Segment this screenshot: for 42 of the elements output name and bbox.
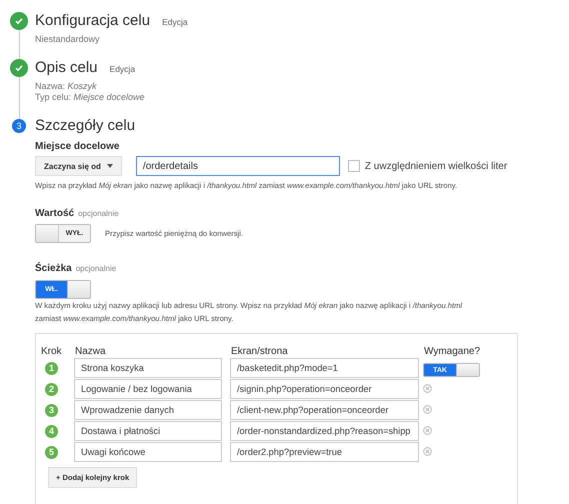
section-label: Wartość <box>35 208 74 219</box>
column-header: Krok <box>40 346 63 357</box>
step-number: 2 <box>45 382 58 396</box>
step-url-field[interactable]: /client-new.php?operation=onceorder <box>230 400 419 420</box>
step-number: 3 <box>45 404 58 416</box>
checkbox-label: Z uwzględnieniem wielkości liter <box>364 160 508 172</box>
step-number: 5 <box>45 446 58 458</box>
step-title: Szczegóły celu <box>35 117 136 134</box>
destination-field[interactable]: /orderdetails <box>136 156 340 176</box>
column-header: Ekran/strona <box>230 346 289 357</box>
step-summary: Typ celu: Miejsce docelowe <box>35 92 146 103</box>
remove-icon[interactable] <box>423 426 432 435</box>
step-name-field[interactable]: Strona koszyka <box>74 358 222 378</box>
remove-icon[interactable] <box>423 447 432 456</box>
step-name-field[interactable]: Wprowadzenie danych <box>74 400 222 420</box>
step-number: 1 <box>45 362 58 374</box>
step-url-field[interactable]: /order-nonstandardized.php?reason=shipp <box>230 421 419 441</box>
step-url-field[interactable]: /basketedit.php?mode=1 <box>230 358 419 378</box>
step-name-field[interactable]: Uwagi końcowe <box>74 442 222 462</box>
step-title: Opis celu <box>35 59 98 76</box>
caret-icon <box>106 164 113 168</box>
remove-icon[interactable] <box>423 405 432 414</box>
column-header: Nazwa <box>74 346 107 357</box>
step-summary: Niestandardowy <box>35 34 101 45</box>
column-header: Wymagane? <box>423 346 482 357</box>
optional-label: opcjonalnie <box>78 209 119 218</box>
step-url-field[interactable]: /order2.php?preview=true <box>230 442 419 462</box>
optional-label: opcjonalnie <box>76 264 116 273</box>
step-name-field[interactable]: Logowanie / bez logowania <box>74 379 222 399</box>
step-number: 4 <box>45 424 58 438</box>
section-label: Ścieżka <box>35 263 72 274</box>
remove-icon[interactable] <box>423 384 432 393</box>
step-number: 3 <box>12 119 26 133</box>
step-title: Konfiguracja celu <box>35 12 150 29</box>
section-label: Miejsce docelowe <box>35 141 120 152</box>
step-summary: Nazwa: Koszyk <box>35 81 98 92</box>
checkbox[interactable] <box>348 160 360 172</box>
step-name-field[interactable]: Dostawa i płatności <box>74 421 222 441</box>
step-url-field[interactable]: /signin.php?operation=onceorder <box>230 379 419 399</box>
match-type-dropdown[interactable]: Zaczyna się od <box>35 156 122 176</box>
edit-link[interactable]: Edycja <box>162 17 188 27</box>
edit-link[interactable]: Edycja <box>110 64 136 74</box>
